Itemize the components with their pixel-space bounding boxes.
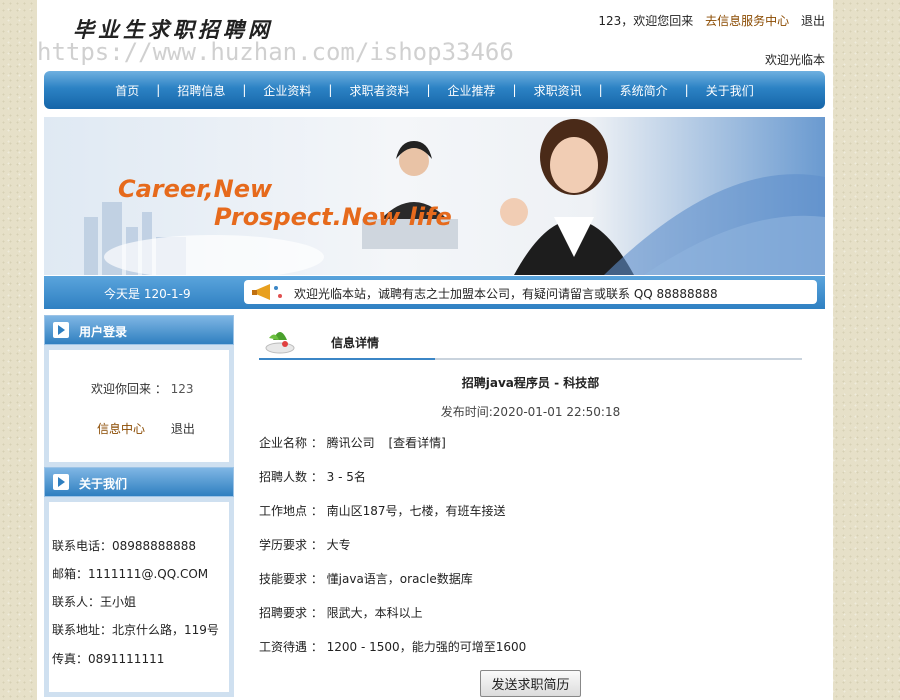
education-row: 学历要求 ： 大专 — [259, 528, 802, 562]
requirement-label: 招聘要求 ： — [259, 606, 323, 620]
nav-about-us[interactable]: 关于我们 — [689, 82, 771, 99]
job-title: 招聘java程序员 - 科技部 — [461, 376, 600, 390]
welcome-label: 欢迎你回来 ： — [91, 382, 167, 396]
watermark: https://www.huzhan.com/ishop33466 — [37, 38, 514, 66]
about-box-title: 关于我们 — [79, 477, 128, 491]
main-content: 信息详情 招聘java程序员 - 科技部 发布时间:2020-01-01 22:… — [259, 322, 802, 697]
section-header: 信息详情 — [259, 322, 802, 360]
count-label: 招聘人数 ： — [259, 470, 323, 484]
skill-label: 技能要求 ： — [259, 572, 323, 586]
nav-about-system[interactable]: 系统简介 — [603, 82, 685, 99]
today-date: 今天是 120-1-9 — [104, 287, 191, 301]
requirement-value: 限武大，本科以上 — [326, 606, 423, 620]
location-label: 工作地点 ： — [259, 504, 323, 518]
nav-jobs[interactable]: 招聘信息 — [160, 82, 242, 99]
sidebar: 用户登录 欢迎你回来 ： 123 信息中心 退出 关于我们 联系电话：08988… — [44, 315, 234, 700]
sidebar-logout-link[interactable]: 退出 — [171, 422, 195, 436]
contact-address: 联系地址：北京什么路，119号 — [52, 623, 219, 637]
notice-bar: 今天是 120-1-9 欢迎光临本站，诚聘有志之士加盟本公司，有疑问请留言或联系… — [44, 276, 825, 309]
company-row: 企业名称 ： 腾讯公司 [查看详情] — [259, 426, 802, 460]
info-center-link[interactable]: 信息中心 — [97, 422, 145, 436]
page-container: 毕业生求职招聘网 https://www.huzhan.com/ishop334… — [37, 0, 833, 700]
send-resume-button[interactable]: 发送求职简历 — [480, 670, 581, 697]
username: 123 — [170, 382, 194, 396]
nav-news[interactable]: 求职资讯 — [517, 82, 599, 99]
user-greeting: 123，欢迎您回来 — [598, 14, 694, 28]
location-row: 工作地点 ： 南山区187号，七楼，有班车接送 — [259, 494, 802, 528]
salary-row: 工资待遇 ： 1200 - 1500，能力强的可增至1600 — [259, 630, 802, 664]
login-box-title: 用户登录 — [79, 325, 128, 339]
skill-value: 懂java语言，oracle数据库 — [326, 572, 473, 586]
plant-icon — [265, 332, 295, 354]
education-label: 学历要求 ： — [259, 538, 323, 552]
company-detail-link[interactable]: [查看详情] — [389, 436, 446, 450]
header-underline — [259, 358, 435, 360]
contact-fax: 传真：0891111111 — [52, 652, 165, 666]
login-links: 信息中心 退出 — [97, 420, 195, 437]
login-box-header: 用户登录 — [44, 315, 234, 345]
contact-email: 邮箱：1111111@.QQ.COM — [52, 567, 209, 581]
service-center-link[interactable]: 去信息服务中心 — [705, 14, 789, 28]
contact-phone: 联系电话：08988888888 — [52, 539, 196, 553]
megaphone-icon — [252, 284, 282, 300]
count-row: 招聘人数 ： 3 - 5名 — [259, 460, 802, 494]
banner-tagline-2: Prospect.New life — [214, 203, 452, 231]
publish-time: 发布时间:2020-01-01 22:50:18 — [440, 405, 621, 419]
main-nav: 首页 | 招聘信息 | 企业资料 | 求职者资料 | 企业推荐 | 求职资讯 |… — [44, 71, 825, 109]
about-box-header: 关于我们 — [44, 467, 234, 497]
banner-image: Career,New Prospect.New life — [44, 117, 825, 275]
skill-row: 技能要求 ： 懂java语言，oracle数据库 — [259, 562, 802, 596]
about-box-body: 联系电话：08988888888 邮箱：1111111@.QQ.COM 联系人：… — [44, 497, 234, 697]
top-user-bar: 123，欢迎您回来 去信息服务中心 退出 — [590, 12, 825, 29]
nav-home[interactable]: 首页 — [98, 82, 156, 99]
location-value: 南山区187号，七楼，有班车接送 — [326, 504, 506, 518]
logout-link[interactable]: 退出 — [801, 14, 825, 28]
login-box-body: 欢迎你回来 ： 123 信息中心 退出 — [44, 345, 234, 467]
nav-companies[interactable]: 企业资料 — [246, 82, 328, 99]
notice-box: 欢迎光临本站，诚聘有志之士加盟本公司，有疑问请留言或联系 QQ 88888888 — [244, 280, 817, 304]
banner-tagline-1: Career,New — [118, 175, 273, 203]
salary-value: 1200 - 1500，能力强的可增至1600 — [326, 640, 527, 654]
requirement-row: 招聘要求 ： 限武大，本科以上 — [259, 596, 802, 630]
education-value: 大专 — [326, 538, 351, 552]
company-label: 企业名称 ： — [259, 436, 323, 450]
arrow-right-icon — [53, 474, 69, 490]
company-value: 腾讯公司 — [326, 436, 375, 450]
login-welcome: 欢迎你回来 ： 123 — [91, 380, 194, 397]
welcome-marquee: 欢迎光临本 — [764, 53, 825, 67]
contact-person: 联系人：王小姐 — [52, 595, 137, 609]
nav-jobseekers[interactable]: 求职者资料 — [332, 82, 426, 99]
count-value: 3 - 5名 — [326, 470, 366, 484]
button-wrapper: 发送求职简历 — [259, 670, 802, 697]
section-title: 信息详情 — [331, 336, 380, 350]
salary-label: 工资待遇 ： — [259, 640, 323, 654]
notice-message: 欢迎光临本站，诚聘有志之士加盟本公司，有疑问请留言或联系 QQ 88888888 — [294, 287, 718, 301]
nav-recommend[interactable]: 企业推荐 — [431, 82, 513, 99]
arrow-right-icon — [53, 322, 69, 338]
